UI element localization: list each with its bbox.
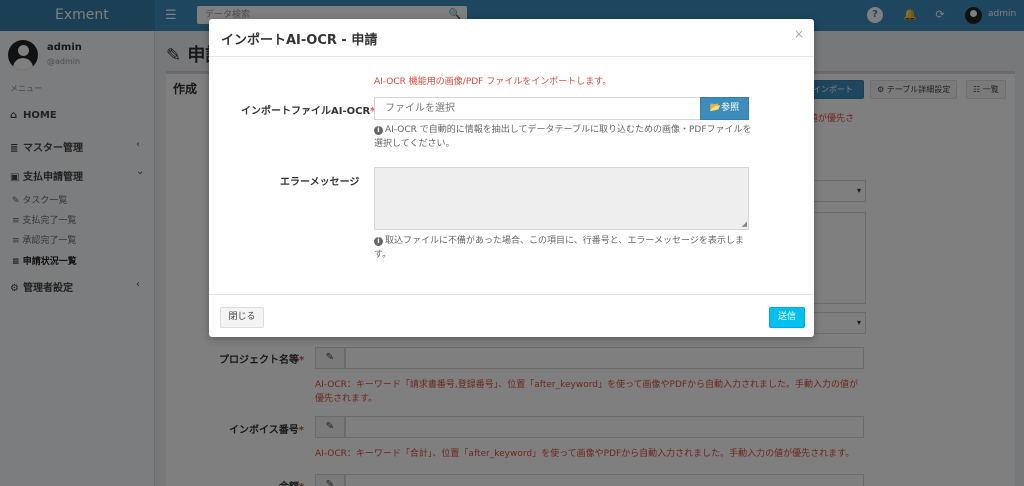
button-label: 参照 [721, 103, 740, 113]
error-help-text: i 取込ファイルに不備があった場合、この項目に、行番号と、エラーメッセージを表示し… [374, 234, 752, 262]
error-message-textarea: ◢ [374, 167, 749, 230]
info-icon: i [374, 126, 383, 135]
browse-button[interactable]: 📂参照 [700, 97, 749, 120]
import-notice: AI-OCR 機能用の画像/PDF ファイルをインポートします。 [374, 77, 612, 87]
resize-grip-icon: ◢ [741, 220, 747, 228]
info-icon: i [374, 237, 383, 246]
file-field-label: インポートファイルAI-OCR* [241, 102, 375, 117]
file-input[interactable]: ファイルを選択 [374, 97, 700, 120]
folder-open-icon: 📂 [709, 103, 722, 113]
help-text-content: 取込ファイルに不備があった場合、この項目に、行番号と、エラーメッセージを表示しま… [374, 236, 744, 260]
import-modal: インポートAI-OCR - 申請 × AI-OCR 機能用の画像/PDF ファイ… [209, 19, 814, 337]
file-help-text: i AI-OCR で自動的に情報を抽出してデータテーブルに取り込むための画像・PD… [374, 123, 752, 151]
submit-button[interactable]: 送信 [769, 307, 805, 328]
close-button[interactable]: 閉じる [220, 307, 264, 328]
modal-title: インポートAI-OCR - 申請 [221, 33, 378, 48]
close-icon[interactable]: × [794, 27, 804, 41]
modal-footer: 閉じる 送信 [209, 294, 814, 337]
modal-header: インポートAI-OCR - 申請 × [209, 19, 814, 57]
label-text: インポートファイルAI-OCR [241, 106, 371, 117]
error-message-label: エラーメッセージ [280, 177, 360, 188]
help-text-content: AI-OCR で自動的に情報を抽出してデータテーブルに取り込むための画像・PDF… [374, 125, 752, 149]
